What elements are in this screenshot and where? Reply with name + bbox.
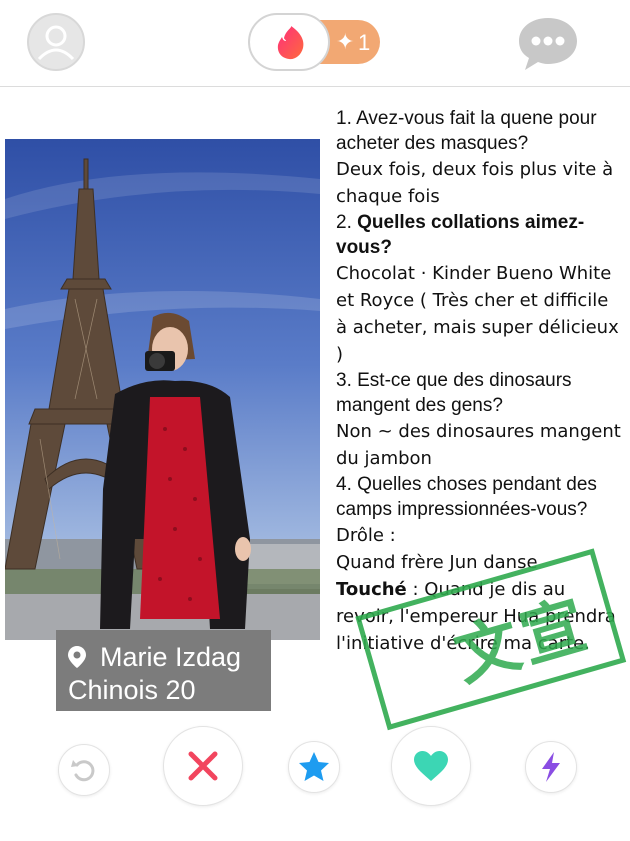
question-4: 4. Quelles choses pendant des camps impr… xyxy=(336,474,597,520)
profile-avatar-button[interactable] xyxy=(27,13,85,71)
location-pin-icon xyxy=(68,646,86,668)
question-3: 3. Est-ce que des dinosaurs mangent des … xyxy=(336,370,572,416)
sparkle-icon: ✦ xyxy=(336,29,355,54)
profile-name-card: Marie Izdag Chinois 20 xyxy=(56,630,271,711)
answer-2: Chocolat · Kinder Bueno White et Royce (… xyxy=(336,263,619,365)
answer-4-touched-label: Touché xyxy=(336,579,407,600)
profile-name: Marie Izdag xyxy=(100,642,242,672)
boost-button[interactable] xyxy=(525,741,577,793)
answer-3: Non ~ des dinosaures mangent du jambon xyxy=(336,421,621,469)
lightning-bolt-icon xyxy=(542,752,560,782)
chat-bubble-icon xyxy=(519,18,577,70)
profile-bio: 1. Avez-vous fait la quene pour acheter … xyxy=(336,106,624,657)
question-2-number: 2. xyxy=(336,212,358,233)
user-avatar-icon xyxy=(37,25,75,61)
rewind-button[interactable] xyxy=(58,744,110,796)
answer-4-line: Quand frère Jun danse xyxy=(336,552,538,573)
answer-4-label: Drôle : xyxy=(336,525,396,546)
profile-photo[interactable] xyxy=(5,139,320,640)
nope-button[interactable] xyxy=(163,726,243,806)
tinder-flame-icon xyxy=(277,26,304,60)
eiffel-tower-photo xyxy=(5,139,320,640)
answer-1: Deux fois, deux fois plus vite à chaque … xyxy=(336,159,614,207)
close-x-icon xyxy=(188,751,218,781)
chat-button[interactable] xyxy=(517,14,579,72)
boost-count: 1 xyxy=(358,30,371,55)
star-icon xyxy=(299,752,329,781)
heart-icon xyxy=(414,751,448,781)
question-2: 2. Quelles collations aimez-vous? xyxy=(336,210,624,260)
profile-subtitle: Chinois 20 xyxy=(68,675,196,705)
top-bar: ✦ 1 xyxy=(0,0,630,87)
question-2-text: Quelles collations aimez-vous? xyxy=(336,212,585,258)
answer-4-touched: Touché : Quand je dis au revoir, l'emper… xyxy=(336,576,624,657)
question-1: 1. Avez-vous fait la quene pour acheter … xyxy=(336,108,597,154)
rewind-icon xyxy=(71,760,95,782)
super-like-button[interactable] xyxy=(288,741,340,793)
tinder-logo-button[interactable] xyxy=(248,13,330,71)
like-button[interactable] xyxy=(391,726,471,806)
